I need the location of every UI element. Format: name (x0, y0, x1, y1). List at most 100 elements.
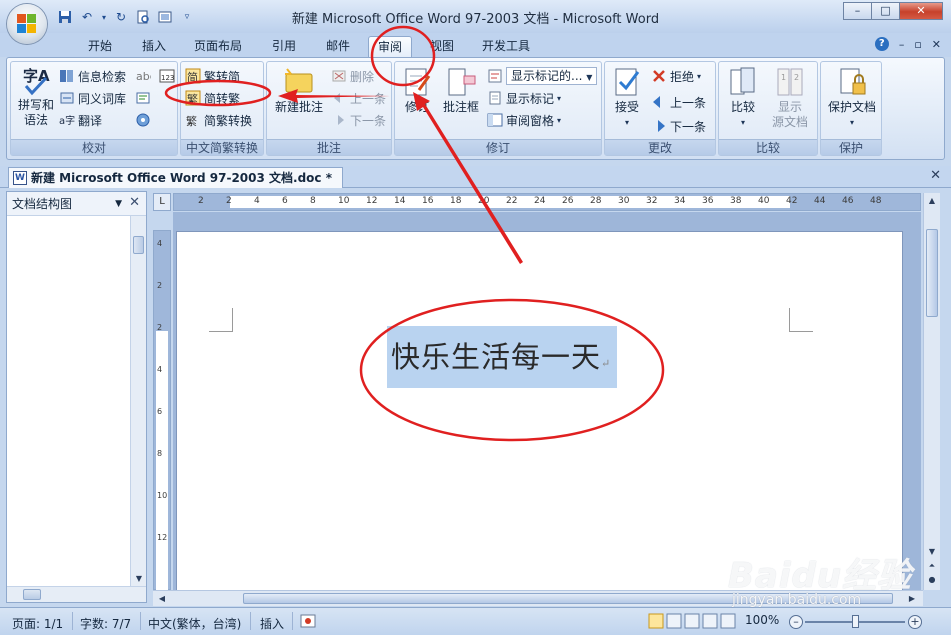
chevron-down-icon: ▾ (624, 118, 629, 127)
svg-text:简: 简 (187, 70, 198, 84)
horizontal-ruler[interactable]: 2 2 4 6 8 10 12 14 16 18 20 22 24 26 28 30 32 34 36 38 40 42 4… (173, 193, 921, 211)
traditional-to-simplified-icon: 简 (185, 68, 201, 84)
reject-button[interactable]: 拒绝 ▾ (651, 66, 701, 86)
scroll-thumb[interactable] (133, 236, 144, 254)
ribbon-restore-icon[interactable]: ▫ (914, 38, 921, 51)
document-map-select[interactable]: 文档结构图 ▼ (12, 195, 122, 213)
status-bar: 页面: 1/1 字数: 7/7 中文(繁体，台湾) 插入 100% – + (0, 607, 951, 635)
previous-change-button[interactable]: 上一条 (651, 92, 706, 112)
balloons-button[interactable]: 批注框 (439, 66, 483, 115)
page-count[interactable]: 页面: 1/1 (12, 615, 63, 632)
tab-view[interactable]: 视图 (420, 36, 464, 57)
maximize-button[interactable]: □ (871, 2, 899, 20)
scroll-thumb[interactable] (926, 229, 938, 317)
ruler-tick-label: 16 (422, 196, 434, 206)
close-pane-icon[interactable]: ✕ (129, 195, 140, 210)
scroll-down-icon[interactable]: ▼ (132, 572, 146, 586)
tab-selector[interactable]: L (153, 193, 171, 211)
conversion-options-button[interactable]: 繁 简繁转换 (185, 110, 252, 130)
document-map-vertical-scrollbar[interactable]: ▼ (130, 216, 146, 586)
reviewing-pane-icon (487, 112, 503, 128)
macro-record-icon[interactable] (300, 613, 316, 632)
spelling-icon: 字A (20, 64, 52, 96)
show-source-button[interactable]: 12 显示 源文档 (767, 66, 813, 130)
close-document-icon[interactable]: ✕ (930, 168, 941, 183)
reviewing-pane-button[interactable]: 审阅窗格 ▾ (487, 110, 561, 130)
tab-insert[interactable]: 插入 (132, 36, 176, 57)
group-changes: 接受 ▾ 拒绝 ▾ 上一条 下一条 更改 (604, 61, 716, 156)
vertical-ruler[interactable]: 4 2 2 4 6 8 10 12 (153, 230, 171, 591)
display-for-review-dropdown[interactable]: 显示标记的... ▼ (487, 66, 598, 86)
research-button[interactable]: 信息检索 (59, 66, 126, 86)
thesaurus-button[interactable]: 同义词库 (59, 88, 126, 108)
scroll-up-icon[interactable]: ▲ (925, 194, 939, 208)
baidu-logo: Baidu经验 (728, 556, 913, 596)
previous-comment-button[interactable]: 上一条 (331, 88, 386, 108)
group-compare: 比较 ▾ 12 显示 源文档 比较 (718, 61, 818, 156)
ruler-tick-label: 6 (157, 407, 163, 416)
insert-mode[interactable]: 插入 (260, 615, 284, 632)
protect-document-button[interactable]: 保护文档 ▾ (823, 66, 881, 130)
ruler-tick-label: 34 (674, 196, 686, 206)
word-count-button[interactable]: 123 (159, 66, 175, 86)
next-change-button[interactable]: 下一条 (651, 116, 706, 136)
ribbon-close-icon[interactable]: ✕ (932, 38, 941, 51)
parental-control-icon (135, 112, 151, 128)
tab-mailings[interactable]: 邮件 (316, 36, 360, 57)
track-changes-button[interactable]: 修订 (399, 66, 435, 115)
ruler-tick-label: 48 (870, 196, 882, 206)
conversion-options-label: 简繁转换 (204, 113, 253, 128)
help-icon[interactable]: ? (874, 37, 889, 51)
selected-text[interactable]: 快乐生活每一天↵ (387, 326, 618, 388)
svg-text:a字: a字 (59, 114, 75, 127)
vertical-scrollbar[interactable]: ▲ ▼ ⏶ ● (923, 193, 940, 590)
set-language-button[interactable] (135, 88, 151, 108)
document-page[interactable]: 快乐生活每一天↵ (176, 231, 903, 601)
tab-page-layout[interactable]: 页面布局 (186, 36, 250, 57)
ribbon-help-controls: ? – ▫ ✕ (874, 37, 941, 51)
show-markup-button[interactable]: 显示标记 ▾ (487, 88, 561, 108)
tab-home[interactable]: 开始 (78, 36, 122, 57)
tab-developer[interactable]: 开发工具 (474, 36, 538, 57)
minimize-button[interactable]: – (843, 2, 871, 20)
zoom-out-icon[interactable]: – (789, 615, 803, 629)
simplified-to-traditional-icon: 繁 (185, 90, 201, 106)
delete-comment-button[interactable]: 删除 (331, 66, 374, 86)
scroll-left-icon[interactable]: ◀ (155, 592, 169, 606)
word-count[interactable]: 字数: 7/7 (80, 615, 131, 632)
new-comment-button[interactable]: 新建批注 (271, 66, 327, 115)
balloons-label: 批注框 (442, 100, 479, 114)
zoom-level[interactable]: 100% (745, 613, 779, 627)
zoom-in-icon[interactable]: + (908, 615, 922, 629)
translate-button[interactable]: a字 翻译 (59, 110, 102, 130)
compare-button[interactable]: 比较 ▾ (723, 66, 763, 130)
chevron-down-icon: ▾ (697, 71, 702, 81)
document-tab[interactable]: W 新建 Microsoft Office Word 97-2003 文档.do… (8, 167, 343, 188)
next-comment-button[interactable]: 下一条 (331, 110, 386, 130)
translation-tooltip-button[interactable]: abc (135, 66, 156, 86)
ruler-tick-label: 46 (842, 196, 854, 206)
tab-review[interactable]: 审阅 (368, 36, 412, 57)
accept-button[interactable]: 接受 ▾ (607, 66, 647, 130)
ribbon-minimize-icon[interactable]: – (899, 38, 905, 51)
word-count-icon: 123 (159, 68, 175, 84)
delete-comment-icon (331, 68, 347, 84)
traditional-to-simplified-button[interactable]: 简 繁转简 (185, 66, 240, 86)
display-for-review-select[interactable]: 显示标记的... ▼ (506, 67, 598, 85)
ruler-tick-label: 2 (198, 196, 204, 206)
ruler-tick-label: 4 (254, 196, 260, 206)
language-status[interactable]: 中文(繁体，台湾) (148, 615, 241, 632)
zoom-slider-thumb[interactable] (852, 615, 859, 628)
spelling-grammar-button[interactable]: 字A 拼写和 语法 (15, 64, 57, 128)
show-source-label: 显示 源文档 (771, 100, 808, 129)
document-map-horizontal-scrollbar[interactable] (7, 586, 146, 602)
tab-references[interactable]: 引用 (262, 36, 306, 57)
ruler-tick-label: 8 (310, 196, 316, 206)
parental-control-button[interactable] (135, 110, 151, 130)
close-button[interactable]: ✕ (899, 2, 943, 20)
show-markup-icon (487, 90, 503, 106)
word-doc-icon: W (13, 171, 27, 185)
office-button[interactable] (7, 4, 47, 44)
scroll-thumb[interactable] (23, 589, 41, 600)
simplified-to-traditional-button[interactable]: 繁 简转繁 (185, 88, 240, 108)
